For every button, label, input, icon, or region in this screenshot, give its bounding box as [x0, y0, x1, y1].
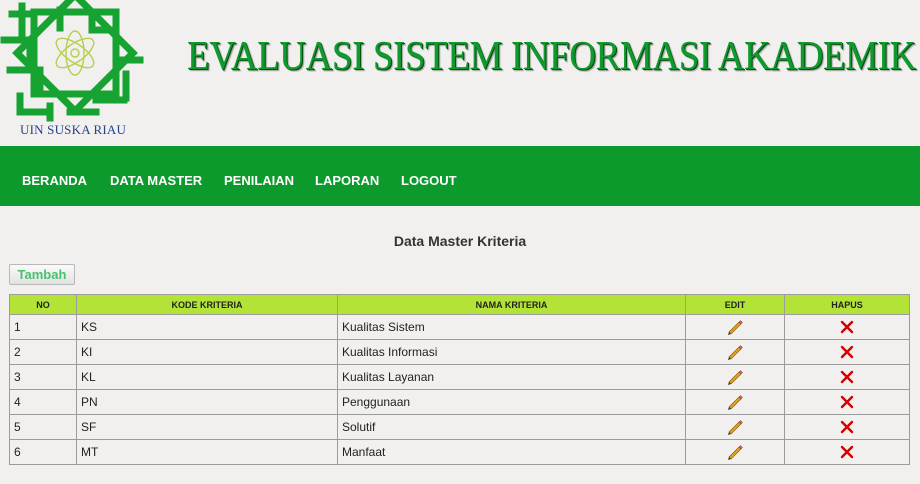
cell-nama: Solutif	[337, 414, 686, 440]
pencil-icon[interactable]	[726, 369, 744, 385]
cell-kode: MT	[76, 439, 338, 465]
cell-nama: Penggunaan	[337, 389, 686, 415]
add-button[interactable]: Tambah	[9, 264, 75, 285]
nav-beranda[interactable]: BERANDA	[22, 173, 87, 188]
delete-x-icon[interactable]	[838, 394, 856, 410]
column-header-hapus: HAPUS	[784, 294, 910, 315]
cell-no: 1	[9, 314, 77, 340]
table-header-row: NO KODE KRITERIA NAMA KRITERIA EDIT HAPU…	[9, 294, 910, 315]
column-header-no: NO	[9, 294, 77, 315]
main-navbar: BERANDA DATA MASTER PENILAIAN LAPORAN LO…	[0, 146, 920, 206]
cell-kode: PN	[76, 389, 338, 415]
cell-kode: KI	[76, 339, 338, 365]
delete-x-icon[interactable]	[838, 344, 856, 360]
nav-penilaian[interactable]: PENILAIAN	[224, 173, 294, 188]
cell-no: 4	[9, 389, 77, 415]
site-header: UIN SUSKA RIAU EVALUASI SISTEM INFORMASI…	[0, 0, 920, 146]
cell-hapus	[784, 364, 910, 390]
table-body: 1 KS Kualitas Sistem 2 KI Kualitas Informasi 3…	[9, 314, 910, 465]
delete-x-icon[interactable]	[838, 444, 856, 460]
delete-x-icon[interactable]	[838, 419, 856, 435]
pencil-icon[interactable]	[726, 319, 744, 335]
cell-edit	[685, 364, 785, 390]
cell-hapus	[784, 414, 910, 440]
criteria-table: NO KODE KRITERIA NAMA KRITERIA EDIT HAPU…	[9, 294, 910, 465]
nav-laporan[interactable]: LAPORAN	[315, 173, 379, 188]
cell-nama: Kualitas Sistem	[337, 314, 686, 340]
pencil-icon[interactable]	[726, 419, 744, 435]
cell-no: 6	[9, 439, 77, 465]
cell-kode: KS	[76, 314, 338, 340]
column-header-nama: NAMA KRITERIA	[337, 294, 686, 315]
cell-hapus	[784, 439, 910, 465]
cell-hapus	[784, 339, 910, 365]
table-row: 2 KI Kualitas Informasi	[9, 339, 910, 365]
logo-caption: UIN SUSKA RIAU	[20, 122, 127, 137]
cell-nama: Manfaat	[337, 439, 686, 465]
table-row: 6 MT Manfaat	[9, 439, 910, 465]
table-row: 5 SF Solutif	[9, 414, 910, 440]
pencil-icon[interactable]	[726, 344, 744, 360]
table-row: 3 KL Kualitas Layanan	[9, 364, 910, 390]
cell-edit	[685, 414, 785, 440]
cell-no: 3	[9, 364, 77, 390]
nav-data-master[interactable]: DATA MASTER	[110, 173, 202, 188]
cell-edit	[685, 314, 785, 340]
delete-x-icon[interactable]	[838, 369, 856, 385]
table-row: 1 KS Kualitas Sistem	[9, 314, 910, 340]
cell-nama: Kualitas Layanan	[337, 364, 686, 390]
cell-no: 2	[9, 339, 77, 365]
table-row: 4 PN Penggunaan	[9, 389, 910, 415]
cell-kode: KL	[76, 364, 338, 390]
page-title: Data Master Kriteria	[393, 233, 527, 249]
cell-hapus	[784, 314, 910, 340]
cell-kode: SF	[76, 414, 338, 440]
cell-edit	[685, 439, 785, 465]
column-header-kode: KODE KRITERIA	[76, 294, 338, 315]
delete-x-icon[interactable]	[838, 319, 856, 335]
cell-edit	[685, 339, 785, 365]
cell-hapus	[784, 389, 910, 415]
column-header-edit: EDIT	[685, 294, 785, 315]
pencil-icon[interactable]	[726, 444, 744, 460]
cell-nama: Kualitas Informasi	[337, 339, 686, 365]
cell-edit	[685, 389, 785, 415]
pencil-icon[interactable]	[726, 394, 744, 410]
cell-no: 5	[9, 414, 77, 440]
nav-logout[interactable]: LOGOUT	[401, 173, 457, 188]
uin-suska-logo	[0, 0, 150, 122]
site-title: EVALUASI SISTEM INFORMASI AKADEMIK	[187, 33, 916, 80]
